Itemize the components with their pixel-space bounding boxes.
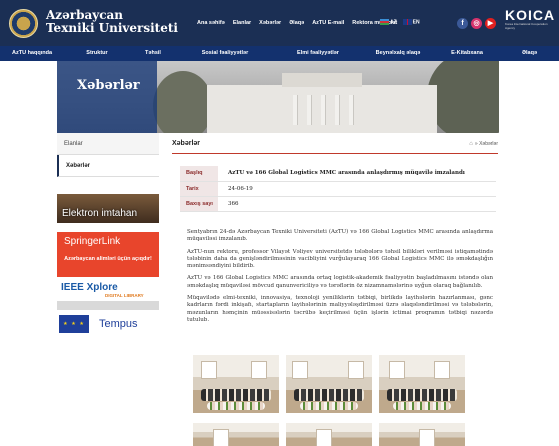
info-key-views: Baxış sayı [180, 196, 218, 212]
university-logo-icon[interactable] [9, 9, 38, 38]
gallery-photo[interactable] [286, 423, 372, 446]
info-value-date: 24-06-19 [218, 181, 496, 197]
top-link-home[interactable]: Ana səhifə [197, 20, 225, 26]
breadcrumb-current[interactable]: Xəbərlər [479, 141, 498, 147]
promo-elektron-imtahan[interactable]: Elektron imtahan [57, 194, 159, 223]
banner-column [293, 95, 297, 125]
nav-structure[interactable]: Struktur [64, 46, 130, 61]
article-body: Sentyabrın 24-də Azərbaycan Texniki Univ… [187, 229, 493, 329]
article-paragraph: Sentyabrın 24-də Azərbaycan Texniki Univ… [187, 229, 493, 243]
news-info-table: Başlıq AzTU və 166 Global Logistics MMC … [180, 166, 496, 212]
sidebar-item-news[interactable]: Xəbərlər [57, 155, 159, 177]
page-banner: Xəbərlər [57, 61, 499, 133]
university-name-line2: Texniki Universiteti [46, 21, 178, 35]
university-name[interactable]: Azərbaycan Texniki Universiteti [46, 9, 178, 35]
home-icon[interactable]: ⌂ [469, 141, 473, 147]
koica-title: KOICA [505, 7, 556, 23]
promo-elektron-label: Elektron imtahan [62, 208, 138, 219]
en-flag-icon [402, 19, 412, 25]
page-title: Xəbərlər [172, 140, 201, 147]
top-link-announcements[interactable]: Elanlar [233, 20, 251, 26]
nav-science[interactable]: Elmi fəaliyyətlər [274, 46, 362, 61]
banner-column [349, 95, 353, 125]
breadcrumb: ⌂» Xəbərlər [469, 141, 498, 147]
banner-column [335, 95, 339, 125]
nav-education[interactable]: Təhsil [130, 46, 176, 61]
sidebar-item-announcements[interactable]: Elanlar [57, 133, 159, 155]
gallery-photo[interactable] [379, 423, 465, 446]
ieee-title: IEEE Xplore [61, 282, 118, 293]
nav-about[interactable]: AzTU haqqında [0, 46, 64, 61]
top-links: Ana səhifə Elanlar Xəbərlər Əlaqə AzTU E… [197, 20, 397, 26]
koica-logo[interactable]: KOICA Korea International Cooperation Ag… [505, 7, 555, 30]
gallery-photo[interactable] [286, 355, 372, 413]
top-link-contact[interactable]: Əlaqə [289, 20, 304, 26]
lang-az[interactable]: AZ [380, 19, 397, 25]
banner-title-box: Xəbərlər [57, 61, 157, 133]
ieee-bar [57, 301, 159, 310]
gallery-photo[interactable] [379, 355, 465, 413]
article-paragraph: Müqavilədə elmi-texniki, innovasiya, tex… [187, 295, 493, 323]
title-divider [172, 153, 498, 154]
az-flag-icon [380, 19, 389, 25]
info-value-title: AzTU və 166 Global Logistics MMC arasınd… [218, 166, 496, 182]
eu-flag-icon: ★ ★ ★ [59, 315, 89, 333]
lang-en[interactable]: EN [402, 19, 420, 25]
promo-ieee-xplore[interactable]: IEEE Xplore DIGITAL LIBRARY [57, 280, 159, 310]
main-content: Xəbərlər ⌂» Xəbərlər [172, 140, 498, 154]
top-link-news[interactable]: Xəbərlər [259, 20, 281, 26]
promo-springer-label: SpringerLink [64, 236, 121, 247]
banner-building-top [282, 73, 362, 87]
top-link-email[interactable]: AzTU E-mail [312, 20, 344, 26]
table-row: Tarix 24-06-19 [180, 181, 496, 197]
article-paragraph: AzTU və 166 Global Logistics MMC arasınd… [187, 275, 493, 289]
gallery-photo[interactable] [193, 423, 279, 446]
banner-tree [427, 61, 499, 133]
nav-contact[interactable]: Əlaqə [500, 46, 559, 61]
gallery-photo[interactable] [193, 355, 279, 413]
instagram-icon[interactable]: ◎ [471, 18, 482, 29]
tempus-label: Tempus [99, 318, 138, 330]
youtube-icon[interactable]: ▶ [485, 18, 496, 29]
promo-springerlink[interactable]: SpringerLink [57, 232, 159, 252]
koica-subtitle: Korea International Cooperation Agency [505, 22, 548, 30]
banner-column [307, 95, 311, 125]
info-key-date: Tarix [180, 181, 218, 197]
main-nav: AzTU haqqında Struktur Təhsil Sosial fəa… [0, 46, 559, 61]
language-switcher: AZ EN [380, 19, 420, 25]
banner-tree [153, 71, 213, 133]
table-row: Baxış sayı 366 [180, 196, 496, 212]
sidebar: Elanlar Xəbərlər [57, 133, 159, 177]
banner-column [321, 95, 325, 125]
banner-title: Xəbərlər [77, 78, 140, 93]
promo-alimler[interactable]: Azərbaycan alimləri üçün açıqdır! [57, 252, 159, 277]
site-header: Azərbaycan Texniki Universiteti Ana səhi… [0, 0, 559, 46]
nav-social[interactable]: Sosial fəaliyyətlər [176, 46, 274, 61]
info-key-title: Başlıq [180, 166, 218, 182]
facebook-icon[interactable]: f [457, 18, 468, 29]
info-value-views: 366 [218, 196, 496, 212]
promo-tempus[interactable]: ★ ★ ★ Tempus [57, 312, 159, 334]
nav-international[interactable]: Beynəlxalq əlaqə [362, 46, 434, 61]
ieee-subtitle: DIGITAL LIBRARY [105, 293, 144, 298]
nav-elibrary[interactable]: E-Kitabxana [434, 46, 500, 61]
table-row: Başlıq AzTU və 166 Global Logistics MMC … [180, 166, 496, 182]
article-paragraph: AzTU-nun rektoru, professor Vilayət Vəli… [187, 248, 493, 270]
